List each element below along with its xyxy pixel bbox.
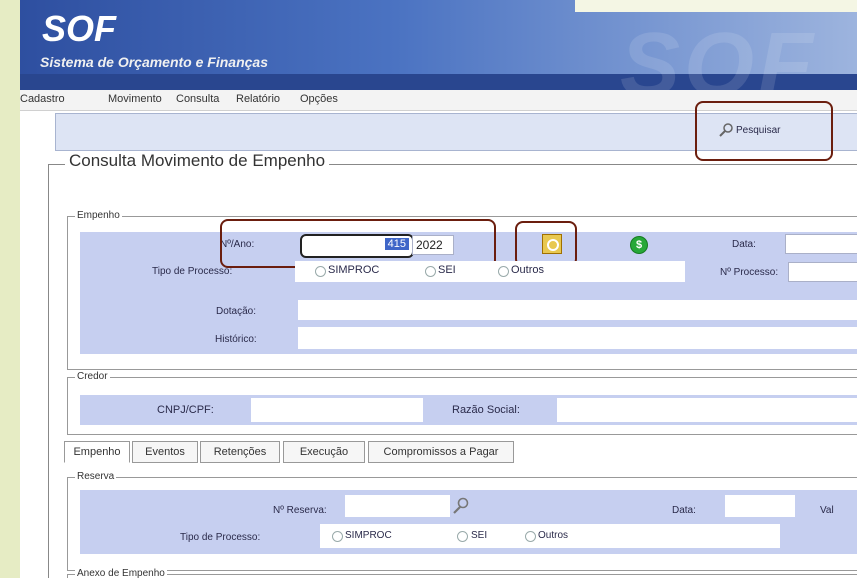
reserva-tipo-processo-label: Tipo de Processo: bbox=[180, 532, 261, 543]
n-reserva-label: Nº Reserva: bbox=[273, 505, 327, 516]
reserva-search-icon[interactable] bbox=[452, 497, 470, 515]
tab-empenho[interactable]: Empenho bbox=[64, 441, 130, 463]
anexo-group bbox=[67, 574, 857, 578]
menu-consulta[interactable]: Consulta bbox=[176, 93, 219, 105]
tab-execucao[interactable]: Execução bbox=[283, 441, 365, 463]
anexo-group-title: Anexo de Empenho bbox=[75, 568, 167, 578]
empenho-group-title: Empenho bbox=[75, 210, 122, 221]
reserva-radio-outros[interactable] bbox=[525, 531, 536, 542]
radio-simproc[interactable] bbox=[315, 266, 326, 277]
tab-eventos[interactable]: Eventos bbox=[132, 441, 198, 463]
reserva-radio-simproc[interactable] bbox=[332, 531, 343, 542]
tab-retencoes[interactable]: Retenções bbox=[200, 441, 280, 463]
radio-outros[interactable] bbox=[498, 266, 509, 277]
reserva-data-field[interactable] bbox=[725, 495, 795, 517]
dotacao-field[interactable] bbox=[298, 300, 857, 320]
app-banner: SOF SOF Sistema de Orçamento e Finanças bbox=[20, 0, 857, 115]
menu-cadastro[interactable]: Cadastro bbox=[20, 93, 65, 105]
radio-sei[interactable] bbox=[425, 266, 436, 277]
status-icon[interactable]: $ bbox=[630, 236, 648, 254]
reserva-radio-sei-label: SEI bbox=[471, 530, 488, 541]
page-title: Consulta Movimento de Empenho bbox=[65, 151, 330, 171]
banner-corner bbox=[575, 0, 857, 12]
cnpj-field[interactable] bbox=[251, 398, 423, 422]
data-label: Data: bbox=[732, 239, 756, 250]
credor-group-title: Credor bbox=[75, 371, 110, 382]
page-background-strip bbox=[0, 0, 20, 578]
reserva-radio-sei[interactable] bbox=[457, 531, 468, 542]
razao-social-field[interactable] bbox=[557, 398, 857, 422]
historico-field[interactable] bbox=[298, 327, 857, 349]
reserva-valor-label: Val bbox=[820, 505, 834, 516]
cnpj-label: CNPJ/CPF: bbox=[157, 404, 214, 416]
app-window: SOF SOF Sistema de Orçamento e Finanças … bbox=[20, 0, 857, 578]
radio-simproc-label: SIMPROC bbox=[328, 264, 380, 276]
n-reserva-field[interactable] bbox=[345, 495, 450, 517]
reserva-radio-outros-label: Outros bbox=[538, 530, 569, 541]
section-border bbox=[48, 164, 49, 578]
razao-social-label: Razão Social: bbox=[452, 404, 520, 416]
dotacao-label: Dotação: bbox=[216, 306, 257, 317]
menu-relatorio[interactable]: Relatório bbox=[236, 93, 280, 105]
n-processo-label: Nº Processo: bbox=[720, 267, 779, 278]
app-logo: SOF bbox=[42, 8, 117, 49]
highlight-search bbox=[695, 101, 833, 161]
menu-movimento[interactable]: Movimento bbox=[108, 93, 162, 105]
tab-compromissos[interactable]: Compromissos a Pagar bbox=[368, 441, 514, 463]
menu-opcoes[interactable]: Opções bbox=[300, 93, 338, 105]
radio-outros-label: Outros bbox=[511, 264, 545, 276]
reserva-group-title: Reserva bbox=[75, 471, 117, 482]
radio-sei-label: SEI bbox=[438, 264, 456, 276]
tipo-processo-label: Tipo de Processo: bbox=[152, 266, 233, 277]
data-field[interactable] bbox=[785, 234, 857, 254]
reserva-radio-simproc-label: SIMPROC bbox=[345, 530, 392, 541]
app-subtitle: Sistema de Orçamento e Finanças bbox=[40, 54, 268, 70]
reserva-data-label: Data: bbox=[672, 505, 696, 516]
historico-label: Histórico: bbox=[215, 334, 257, 345]
n-processo-field[interactable] bbox=[788, 262, 857, 282]
